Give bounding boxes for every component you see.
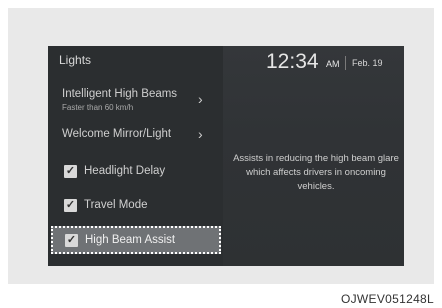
infotainment-screen: Lights Intelligent High Beams Faster tha… bbox=[48, 46, 404, 266]
checkbox-checked-icon[interactable]: ✓ bbox=[64, 199, 77, 212]
menu-item-welcome-mirror-light[interactable]: Welcome Mirror/Light › bbox=[48, 122, 218, 148]
checkbox-checked-icon[interactable]: ✓ bbox=[64, 165, 77, 178]
check-item-headlight-delay[interactable]: ✓ Headlight Delay bbox=[48, 158, 223, 186]
menu-item-label: Intelligent High Beams bbox=[62, 88, 178, 100]
status-date: Feb. 19 bbox=[352, 58, 383, 68]
menu-item-intelligent-high-beams[interactable]: Intelligent High Beams Faster than 60 km… bbox=[48, 82, 218, 114]
settings-list-panel: Lights Intelligent High Beams Faster tha… bbox=[48, 46, 223, 266]
feature-description: Assists in reducing the high beam glare … bbox=[233, 153, 399, 192]
check-item-label: Headlight Delay bbox=[84, 165, 166, 177]
check-item-label: Travel Mode bbox=[84, 199, 148, 211]
menu-item-label: Welcome Mirror/Light bbox=[62, 128, 172, 140]
chevron-right-icon: › bbox=[198, 126, 203, 142]
check-item-label: High Beam Assist bbox=[85, 234, 176, 246]
clock-time: 12:34 bbox=[266, 50, 319, 73]
check-item-travel-mode[interactable]: ✓ Travel Mode bbox=[48, 192, 223, 220]
check-item-high-beam-assist[interactable]: ✓ High Beam Assist bbox=[51, 226, 221, 254]
chevron-right-icon: › bbox=[198, 91, 203, 107]
menu-item-sublabel: Faster than 60 km/h bbox=[62, 103, 134, 112]
status-divider bbox=[345, 56, 346, 70]
page-title: Lights bbox=[59, 53, 92, 67]
clock-ampm: AM bbox=[326, 59, 340, 69]
figure-code: OJWEV051248L bbox=[341, 292, 434, 306]
checkbox-checked-icon[interactable]: ✓ bbox=[65, 234, 78, 247]
